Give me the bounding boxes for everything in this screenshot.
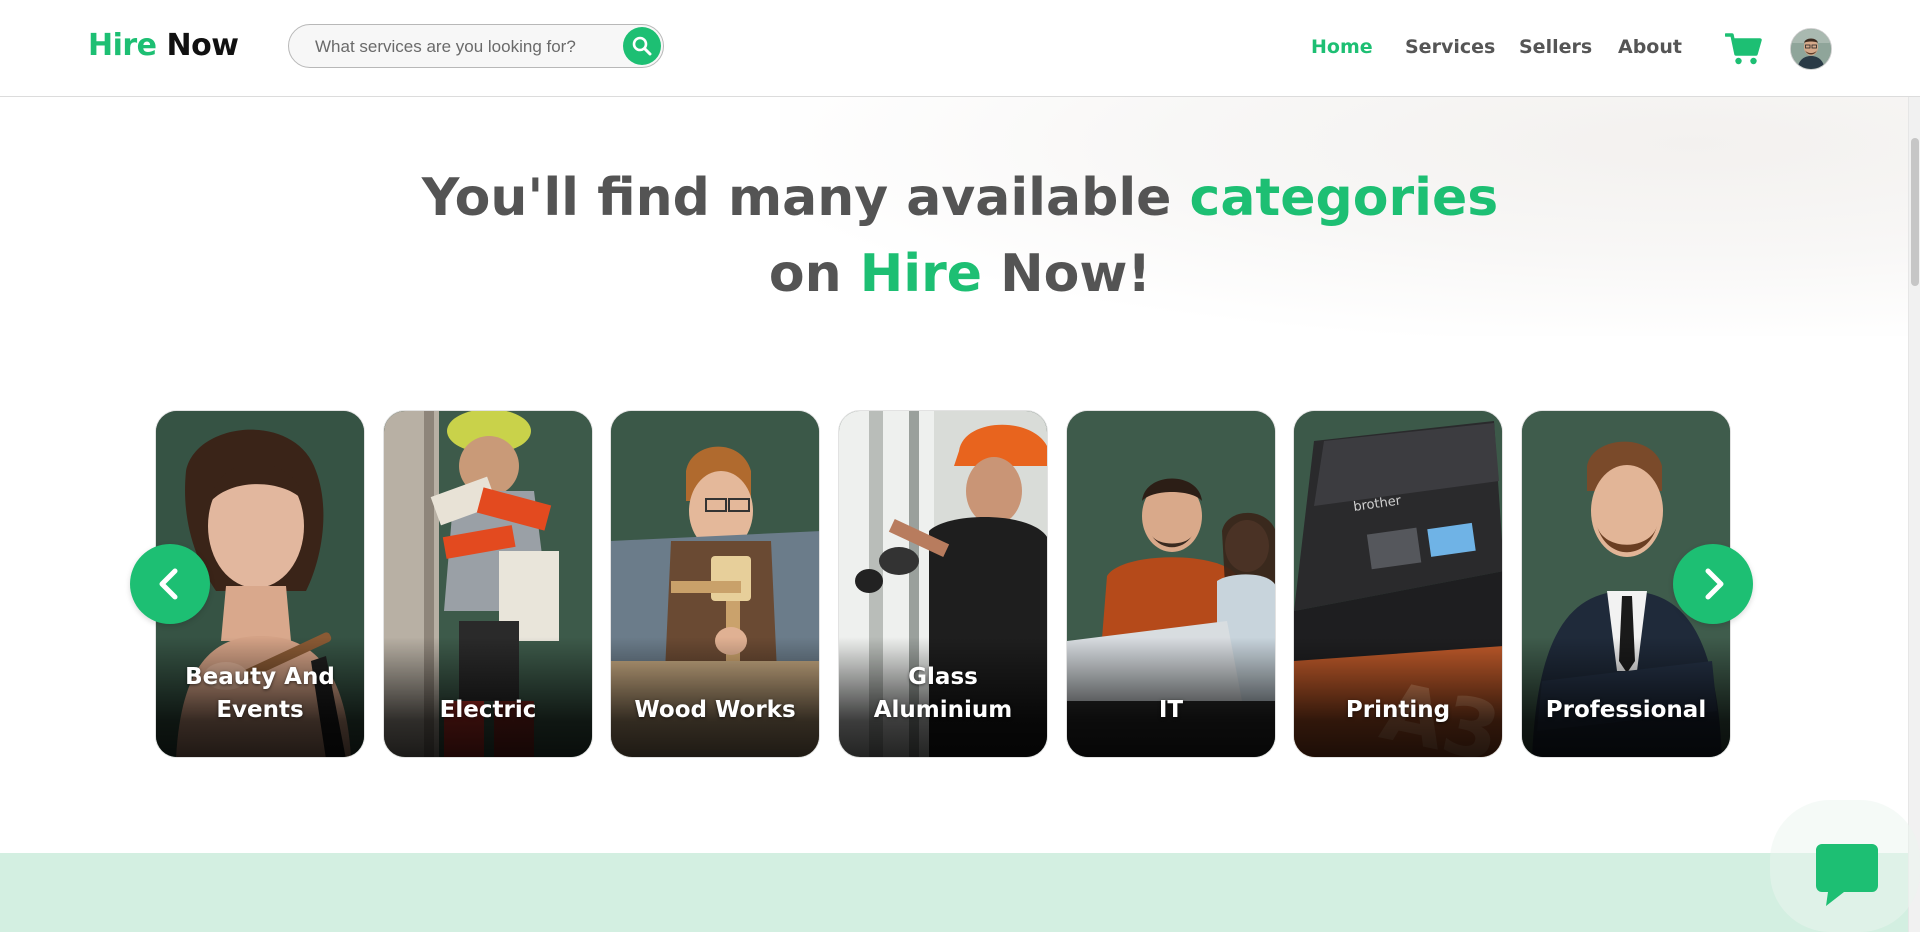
- nav-about[interactable]: About: [1618, 36, 1682, 58]
- category-label: IT: [1158, 697, 1184, 723]
- brand-part-1: Hire: [88, 28, 157, 63]
- category-card-electric[interactable]: Electric: [383, 410, 593, 758]
- scrollbar-thumb[interactable]: [1911, 138, 1919, 286]
- headline-text-1: You'll find many available: [421, 168, 1190, 228]
- search-input[interactable]: [313, 25, 607, 68]
- brand-logo[interactable]: Hire Now: [88, 28, 239, 63]
- chat-bubble-icon: [1816, 844, 1878, 906]
- headline-text-2: on: [768, 244, 860, 304]
- carousel-next-button[interactable]: [1673, 544, 1753, 624]
- site-header: Hire Now Home Services Sellers About: [0, 0, 1920, 97]
- nav-sellers[interactable]: Sellers: [1519, 36, 1592, 58]
- next-section-band: [0, 853, 1908, 932]
- cart-button[interactable]: [1724, 32, 1763, 71]
- category-label: Electric: [439, 697, 537, 723]
- search-bar: [288, 24, 664, 68]
- category-label: Beauty And Events: [185, 664, 335, 723]
- headline-text-3: Now!: [982, 244, 1152, 304]
- cart-icon: [1724, 33, 1762, 65]
- headline-highlight-categories: categories: [1189, 168, 1499, 228]
- carousel-prev-button[interactable]: [130, 544, 210, 624]
- category-label: Printing: [1345, 697, 1451, 723]
- avatar-image: [1791, 29, 1831, 69]
- search-button[interactable]: [623, 27, 661, 65]
- chevron-left-icon: [159, 568, 178, 600]
- nav-home[interactable]: Home: [1311, 36, 1373, 58]
- category-label: Wood Works: [634, 697, 796, 723]
- user-avatar[interactable]: [1790, 28, 1832, 70]
- category-label: Professional: [1545, 697, 1707, 723]
- search-icon: [632, 36, 652, 56]
- page-scrollbar[interactable]: [1908, 96, 1920, 932]
- headline-highlight-hire: Hire: [859, 244, 982, 304]
- category-card-wood-works[interactable]: Wood Works: [610, 410, 820, 758]
- category-card-printing[interactable]: brother A3 Printing: [1293, 410, 1503, 758]
- category-card-glass-aluminium[interactable]: Glass Aluminium: [838, 410, 1048, 758]
- chevron-right-icon: [1705, 568, 1724, 600]
- hero-headline: You'll find many available categories on…: [360, 160, 1560, 312]
- nav-services[interactable]: Services: [1405, 36, 1495, 58]
- brand-part-2: Now: [166, 28, 239, 63]
- category-card-it[interactable]: IT: [1066, 410, 1276, 758]
- chat-button[interactable]: [1814, 842, 1880, 913]
- category-label: Glass Aluminium: [873, 664, 1013, 723]
